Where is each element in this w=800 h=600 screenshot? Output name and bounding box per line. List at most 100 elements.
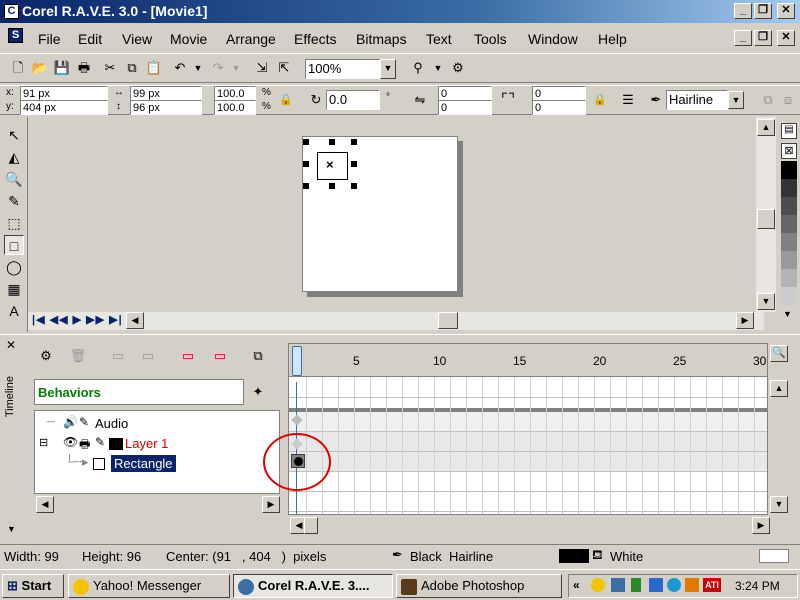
rectangle-label[interactable]: Rectangle	[111, 455, 176, 472]
pencil-icon[interactable]: ✎	[79, 415, 89, 429]
doc-restore-button[interactable]: ❐	[754, 30, 772, 46]
close-button[interactable]: ✕	[777, 3, 795, 19]
swatch-gray-40[interactable]	[781, 251, 797, 269]
eye-icon[interactable]: 👁	[63, 435, 78, 449]
tray-globe-icon[interactable]	[667, 578, 681, 592]
restore-button[interactable]: ❐	[754, 3, 772, 19]
swatch-gray-70[interactable]	[781, 197, 797, 215]
tree-row-rectangle[interactable]: └┄▸ Rectangle	[35, 454, 279, 474]
minimize-button[interactable]: _	[734, 3, 752, 19]
redo-icon[interactable]: ↷	[208, 58, 228, 78]
import-icon[interactable]: ⇲	[252, 58, 272, 78]
add-layer-icon[interactable]: ▭	[178, 346, 198, 366]
tray-shield-icon[interactable]	[649, 578, 663, 592]
task-adobe-photoshop[interactable]: Adobe Photoshop	[396, 574, 562, 598]
zoom-dropdown-icon[interactable]: ▼	[380, 59, 396, 79]
graph-tool-icon[interactable]: ▦	[4, 279, 24, 299]
menu-edit[interactable]: Edit	[78, 31, 102, 47]
scroll-thumb[interactable]	[757, 209, 775, 229]
task-yahoo-messenger[interactable]: Yahoo! Messenger	[68, 574, 230, 598]
swatch-black[interactable]	[781, 161, 797, 179]
text-tool-icon[interactable]: A	[4, 301, 24, 321]
frame-ruler[interactable]: 1 5 10 15 20 25 30	[289, 344, 767, 377]
printer-icon[interactable]: 🖶	[79, 435, 90, 456]
menu-bitmaps[interactable]: Bitmaps	[356, 31, 407, 47]
layer-label[interactable]: Layer 1	[125, 436, 168, 451]
tray-ati-icon[interactable]: ATI	[703, 578, 721, 592]
corner-bottom-left-field[interactable]: 0	[438, 100, 492, 115]
scroll-down-icon[interactable]: ▼	[757, 293, 775, 310]
swatch-gray-50[interactable]	[781, 233, 797, 251]
swatch-gray-80[interactable]	[781, 179, 797, 197]
zoom-tool-icon[interactable]: 🔍	[4, 169, 24, 189]
layer-color-swatch[interactable]	[109, 438, 123, 450]
swatch-gray-60[interactable]	[781, 215, 797, 233]
frame-row-empty[interactable]	[289, 472, 767, 492]
tree-scroll-right-icon[interactable]: ▶	[262, 496, 280, 513]
tree-row-audio[interactable]: ┄ 🔊 ✎ Audio	[35, 414, 279, 434]
pick-tool-icon[interactable]: ↖	[4, 125, 24, 145]
selection-handle[interactable]	[303, 161, 309, 167]
tray-expand-icon[interactable]: «	[573, 578, 580, 592]
copy-icon[interactable]: ⧉	[122, 58, 142, 78]
palette-scroll-icon[interactable]: ▼	[783, 309, 792, 319]
tray-network-icon[interactable]	[611, 578, 625, 592]
wrap-text-icon[interactable]: ☰	[618, 90, 638, 110]
menu-window[interactable]: Window	[528, 31, 578, 47]
new-icon[interactable]: 🗋	[8, 58, 28, 78]
scale-x-field[interactable]: 100.0	[214, 86, 256, 101]
export-icon[interactable]: ⇱	[274, 58, 294, 78]
vertical-scrollbar[interactable]: ▲ ▼	[756, 117, 776, 312]
remove-layer-icon[interactable]: ▭	[210, 346, 230, 366]
redo-dropdown-icon[interactable]: ▼	[226, 58, 246, 78]
tray-puzzle-icon[interactable]	[685, 578, 699, 592]
frames-panel[interactable]: 1 5 10 15 20 25 30	[288, 343, 768, 515]
width-field[interactable]: 99 px	[130, 86, 202, 101]
clock[interactable]: 3:24 PM	[735, 579, 780, 593]
next-frame-icon[interactable]: ▶▶	[86, 314, 105, 326]
app-icon[interactable]: C	[4, 4, 19, 19]
start-button[interactable]: ⊞ Start	[2, 574, 64, 598]
height-field[interactable]: 96 px	[130, 100, 202, 115]
menu-effects[interactable]: Effects	[294, 31, 337, 47]
ellipse-tool-icon[interactable]: ◯	[4, 257, 24, 277]
selection-handle[interactable]	[351, 139, 357, 145]
behaviors-icon[interactable]: ⚙	[36, 346, 56, 366]
frames-hscroll-thumb[interactable]	[304, 517, 318, 534]
frames-scroll-down-icon[interactable]: ▼	[770, 496, 788, 513]
menu-file[interactable]: File	[38, 31, 61, 47]
to-back-icon[interactable]: ⧈	[778, 90, 798, 110]
scroll-up-icon[interactable]: ▲	[757, 119, 775, 136]
delete-icon[interactable]: 🗑	[68, 346, 88, 366]
selection-handle[interactable]	[351, 183, 357, 189]
tree-scroll-left-icon[interactable]: ◀	[36, 496, 54, 513]
corner-top-right-field[interactable]: 0	[532, 86, 586, 101]
collapse-icon[interactable]: ⊟	[39, 436, 48, 449]
x-position-field[interactable]: 91 px	[20, 86, 108, 101]
corner-top-left-field[interactable]: 0	[438, 86, 492, 101]
object-checkbox[interactable]	[93, 458, 105, 470]
pencil-icon[interactable]: ✎	[95, 435, 105, 449]
tray-traffic-icon[interactable]	[631, 578, 641, 592]
frame-zoom-icon[interactable]: 🔍	[770, 345, 788, 362]
open-icon[interactable]: 📂	[30, 58, 50, 78]
speaker-icon[interactable]: 🔊	[63, 415, 78, 429]
selection-handle[interactable]	[351, 161, 357, 167]
cut-icon[interactable]: ✂	[100, 58, 120, 78]
doc-close-button[interactable]: ✕	[777, 30, 795, 46]
launcher-dropdown-icon[interactable]: ▼	[428, 58, 448, 78]
task-corel-rave[interactable]: Corel R.A.V.E. 3....	[233, 574, 393, 598]
menu-view[interactable]: View	[122, 31, 152, 47]
undo-dropdown-icon[interactable]: ▼	[188, 58, 208, 78]
tray-yahoo-icon[interactable]	[591, 578, 605, 592]
menu-tools[interactable]: Tools	[474, 31, 507, 47]
behaviors-edit-icon[interactable]: ✦	[248, 382, 268, 402]
swatch-gray-30[interactable]	[781, 269, 797, 287]
frame-row-top[interactable]	[289, 378, 767, 398]
y-position-field[interactable]: 404 px	[20, 100, 108, 115]
hscroll-thumb[interactable]	[438, 312, 458, 329]
scale-y-field[interactable]: 100.0	[214, 100, 256, 115]
delete-frame-icon[interactable]: ▭	[138, 346, 158, 366]
movie-stage[interactable]: ×	[302, 136, 458, 292]
selection-handle[interactable]	[303, 139, 309, 145]
